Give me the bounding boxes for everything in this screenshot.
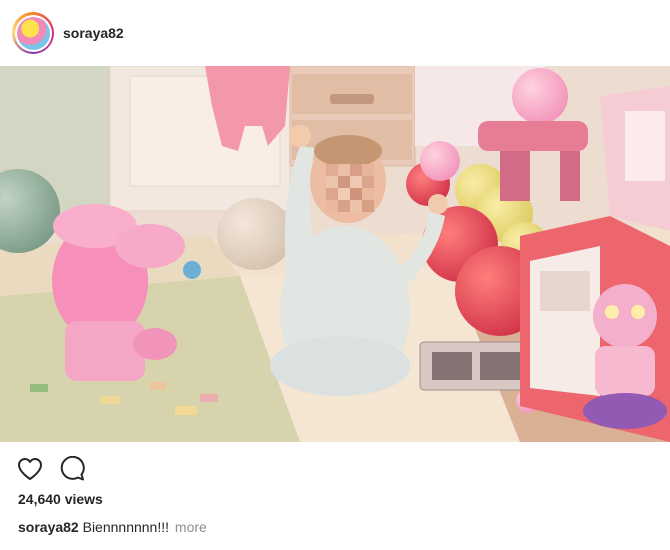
avatar-image <box>16 16 50 50</box>
caption-username[interactable]: soraya82 <box>18 519 79 535</box>
caption-text: Biennnnnnn!!! <box>82 519 170 535</box>
video-frame <box>0 66 670 442</box>
avatar-ring <box>14 14 52 52</box>
heart-outline-icon <box>18 458 42 480</box>
more-link[interactable]: more <box>175 519 207 535</box>
post-actions <box>0 452 670 486</box>
post-video[interactable] <box>0 66 670 442</box>
avatar[interactable] <box>12 12 54 54</box>
like-button[interactable] <box>15 454 45 484</box>
comment-button[interactable] <box>57 454 87 484</box>
username[interactable]: soraya82 <box>63 25 124 41</box>
post-header: soraya82 <box>0 0 670 66</box>
view-count[interactable]: 24,640 views <box>18 491 103 507</box>
speech-bubble-icon <box>60 456 85 481</box>
caption: soraya82 Biennnnnnn!!! more <box>18 519 207 535</box>
